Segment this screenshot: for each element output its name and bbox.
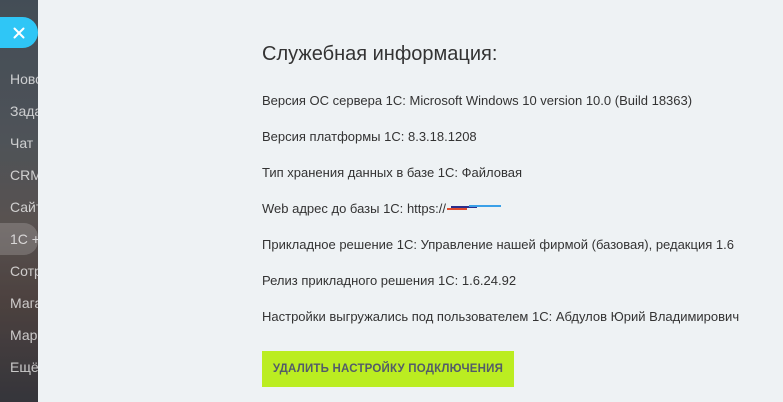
info-label: Тип хранения данных в базе 1С: xyxy=(262,165,459,180)
info-value: 8.3.18.1208 xyxy=(407,129,477,144)
info-value: 1.6.24.92 xyxy=(461,273,517,288)
close-button[interactable] xyxy=(0,17,38,48)
sidebar-item-tasks[interactable]: Задачи xyxy=(0,95,38,127)
redacted-url xyxy=(446,204,501,211)
sidebar-item-label: Сайты xyxy=(10,199,38,215)
info-value: Microsoft Windows 10 version 10.0 (Build… xyxy=(409,93,693,108)
sidebar-item-label: Маркетинг xyxy=(10,327,38,343)
sidebar-item-1c[interactable]: 1С + xyxy=(0,223,38,255)
sidebar-item-label: 1С + xyxy=(10,231,38,247)
info-platform-version: Версия платформы 1С: 8.3.18.1208 xyxy=(262,127,762,163)
sidebar-item-label: CRM xyxy=(10,167,38,183)
sidebar-item-marketing[interactable]: Маркетинг xyxy=(0,319,38,351)
info-value: Управление нашей фирмой (базовая), редак… xyxy=(420,237,734,252)
sidebar-item-sites[interactable]: Сайты xyxy=(0,191,38,223)
sidebar-item-label: Магазин xyxy=(10,295,38,311)
sidebar-item-more[interactable]: Ещё xyxy=(0,351,38,383)
info-export-user: Настройки выгружались под пользователем … xyxy=(262,307,762,343)
info-label: Релиз прикладного решения 1С: xyxy=(262,273,459,288)
info-web-address: Web адрес до базы 1С: https:// xyxy=(262,199,762,235)
sidebar-item-crm[interactable]: CRM xyxy=(0,159,38,191)
sidebar-item-label: Задачи xyxy=(10,103,38,119)
sidebar: Новости Задачи Чат CRM Сайты 1С + Сотруд… xyxy=(0,0,38,402)
info-label: Версия платформы 1С: xyxy=(262,129,405,144)
sidebar-item-employees[interactable]: Сотрудники xyxy=(0,255,38,287)
sidebar-item-shop[interactable]: Магазин xyxy=(0,287,38,319)
sidebar-item-label: Ещё xyxy=(10,359,38,375)
sidebar-item-label: Сотрудники xyxy=(10,263,38,279)
info-value: Файловая xyxy=(461,165,523,180)
service-info-content: Служебная информация: Версия ОС сервера … xyxy=(262,40,762,343)
sidebar-item-chat[interactable]: Чат xyxy=(0,127,38,159)
info-application-solution: Прикладное решение 1С: Управление нашей … xyxy=(262,235,762,271)
delete-connection-button[interactable]: УДАЛИТЬ НАСТРОЙКУ ПОДКЛЮЧЕНИЯ xyxy=(262,351,514,387)
sidebar-menu: Новости Задачи Чат CRM Сайты 1С + Сотруд… xyxy=(0,63,38,383)
sidebar-item-news[interactable]: Новости xyxy=(0,63,38,95)
info-label: Web адрес до базы 1С: xyxy=(262,201,404,216)
info-label: Прикладное решение 1С: xyxy=(262,237,417,252)
info-value: https:// xyxy=(406,201,446,216)
sidebar-item-label: Новости xyxy=(10,71,38,87)
info-label: Версия ОС сервера 1С: xyxy=(262,93,406,108)
close-icon xyxy=(13,27,25,38)
info-os-version: Версия ОС сервера 1С: Microsoft Windows … xyxy=(262,91,762,127)
info-solution-release: Релиз прикладного решения 1С: 1.6.24.92 xyxy=(262,271,762,307)
info-value: Абдулов Юрий Владимирович xyxy=(555,309,740,324)
info-label: Настройки выгружались под пользователем … xyxy=(262,309,553,324)
service-info-panel: Служебная информация: Версия ОС сервера … xyxy=(38,0,783,402)
info-storage-type: Тип хранения данных в базе 1С: Файловая xyxy=(262,163,762,199)
sidebar-item-label: Чат xyxy=(10,135,34,151)
page-title: Служебная информация: xyxy=(262,43,498,65)
